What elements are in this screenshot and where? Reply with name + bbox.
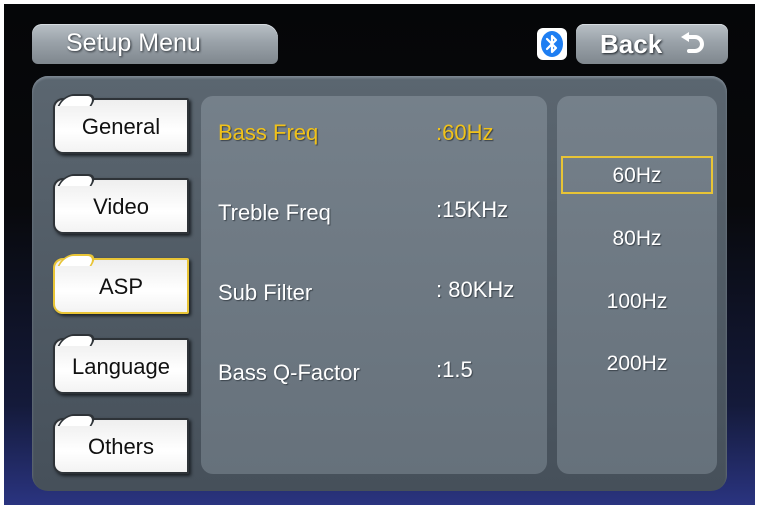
setting-bass-q-factor-value[interactable]: :1.5 <box>436 357 473 383</box>
tab-language[interactable]: Language <box>53 338 189 394</box>
option-200hz[interactable]: 200Hz <box>557 352 717 376</box>
page-title: Setup Menu <box>66 29 201 57</box>
tab-label: Others <box>87 434 155 459</box>
setting-treble-freq-label[interactable]: Treble Freq <box>218 200 331 226</box>
tab-label: General <box>81 114 161 139</box>
setting-sub-filter-label[interactable]: Sub Filter <box>218 280 312 306</box>
tab-label: Language <box>72 354 170 379</box>
tab-label: Video <box>93 194 149 219</box>
return-arrow-icon <box>681 32 704 53</box>
tab-general[interactable]: General <box>53 98 189 154</box>
setting-bass-freq-label[interactable]: Bass Freq <box>218 120 318 146</box>
tab-video[interactable]: Video <box>53 178 189 234</box>
setting-treble-freq-value[interactable]: :15KHz <box>436 197 508 223</box>
setting-bass-freq-value[interactable]: :60Hz <box>436 120 493 146</box>
tab-label: ASP <box>98 274 144 299</box>
option-100hz[interactable]: 100Hz <box>557 290 717 314</box>
option-80hz[interactable]: 80Hz <box>557 227 717 251</box>
setup-menu-title: Setup Menu <box>32 24 278 64</box>
bluetooth-icon[interactable] <box>537 28 567 60</box>
setting-sub-filter-value[interactable]: : 80KHz <box>436 277 514 303</box>
options-panel <box>557 96 717 474</box>
tab-asp[interactable]: ASP <box>53 258 189 314</box>
tab-others[interactable]: Others <box>53 418 189 474</box>
back-label: Back <box>600 29 663 59</box>
setting-bass-q-factor-label[interactable]: Bass Q-Factor <box>218 360 360 386</box>
back-button[interactable]: Back <box>576 24 728 64</box>
option-60hz[interactable]: 60Hz <box>557 164 717 188</box>
screen: Setup Menu Back General Video ASP Langua… <box>4 4 755 505</box>
